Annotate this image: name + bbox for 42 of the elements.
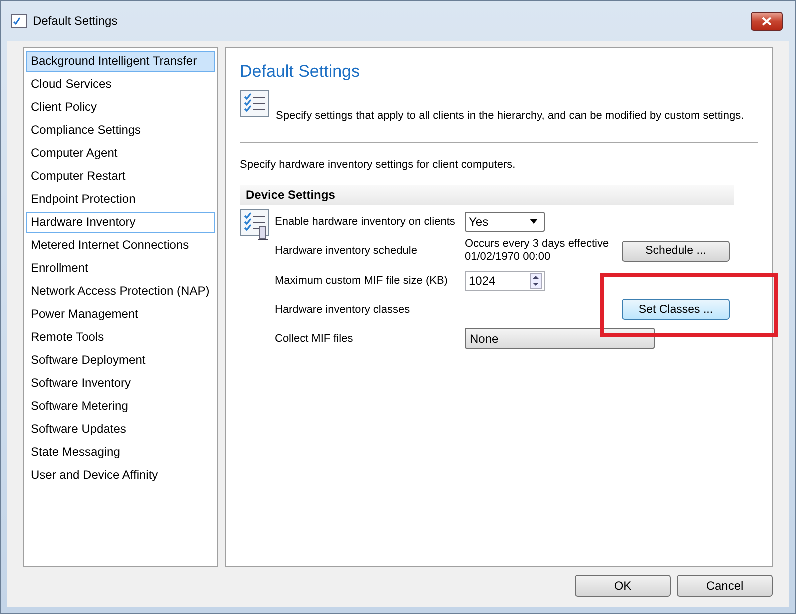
sidebar-item[interactable]: Enrollment xyxy=(26,258,215,279)
sidebar-item[interactable]: Computer Restart xyxy=(26,166,215,187)
combo-box[interactable]: None xyxy=(465,328,655,349)
section-header: Device Settings xyxy=(240,185,734,205)
sidebar-item[interactable]: Endpoint Protection xyxy=(26,189,215,210)
sidebar-item[interactable]: Software Inventory xyxy=(26,373,215,394)
description-text: Specify settings that apply to all clients in the hierarchy, and can be modified by custom settings. xyxy=(276,110,744,122)
dialog-button[interactable]: OK xyxy=(575,575,671,597)
setting-label: Hardware inventory schedule xyxy=(275,245,418,257)
sidebar-item[interactable]: State Messaging xyxy=(26,442,215,463)
sidebar-item[interactable]: Software Deployment xyxy=(26,350,215,371)
spin-arrows-icon xyxy=(530,272,542,288)
dropdown-arrow-icon xyxy=(530,219,538,224)
sidebar-item[interactable]: Software Updates xyxy=(26,419,215,440)
number-field[interactable]: 1024 xyxy=(465,270,545,290)
setting-label: Hardware inventory classes xyxy=(275,304,412,316)
sidebar-item[interactable]: Client Policy xyxy=(26,97,215,118)
dropdown[interactable]: Yes xyxy=(465,212,545,232)
setting-label: Enable hardware inventory on clients xyxy=(275,216,456,228)
intro-text: Specify hardware inventory settings for client computers. xyxy=(240,159,517,171)
sidebar-item[interactable]: User and Device Affinity xyxy=(26,465,215,486)
sidebar-item[interactable]: Remote Tools xyxy=(26,327,215,348)
button-button[interactable]: Set Classes ... xyxy=(622,299,730,320)
close-icon xyxy=(762,16,772,26)
button-button[interactable]: Schedule ... xyxy=(622,240,730,262)
sidebar-item[interactable]: Power Management xyxy=(26,304,215,325)
window-title: Default Settings xyxy=(33,14,119,28)
checklist-computer-icon xyxy=(240,209,272,241)
sidebar-item[interactable]: Compliance Settings xyxy=(26,120,215,141)
sidebar-item[interactable]: Network Access Protection (NAP) xyxy=(26,281,215,302)
panel-title: Default Settings xyxy=(240,62,362,82)
setting-label: Collect MIF files xyxy=(275,332,354,344)
schedule-info: Occurs every 3 days effective 01/02/1970 00:00 xyxy=(465,238,610,264)
sidebar-item[interactable]: Computer Agent xyxy=(26,143,215,164)
sidebar-item[interactable]: Software Metering xyxy=(26,396,215,417)
sidebar-item[interactable]: Cloud Services xyxy=(26,74,215,95)
sidebar-item[interactable]: Hardware Inventory xyxy=(26,212,215,233)
setting-label: Maximum custom MIF file size (KB) xyxy=(275,274,449,286)
dialog-button[interactable]: Cancel xyxy=(677,575,773,597)
sidebar-item[interactable]: Background Intelligent Transfer xyxy=(26,51,215,72)
close-button[interactable] xyxy=(751,12,783,30)
sidebar-item[interactable]: Metered Internet Connections xyxy=(26,235,215,256)
